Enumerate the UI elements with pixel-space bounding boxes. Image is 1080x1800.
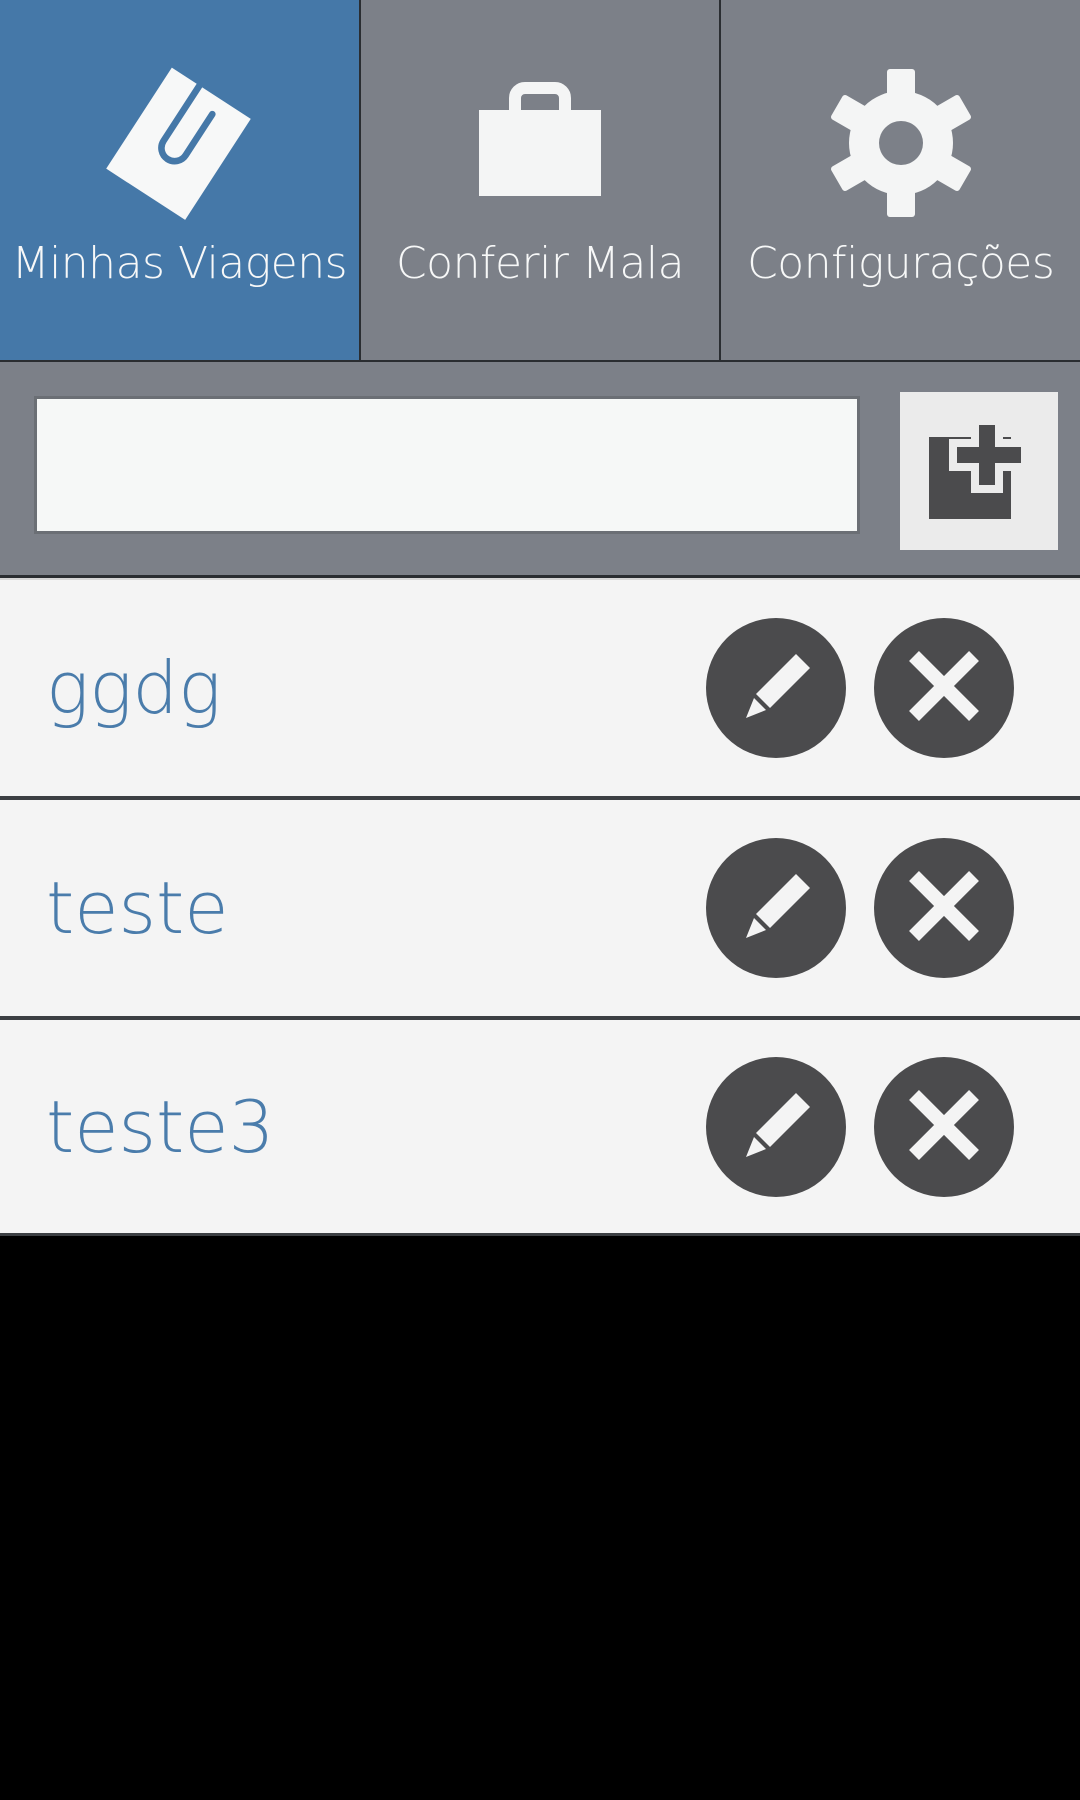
trip-name: teste xyxy=(46,866,229,950)
pencil-icon xyxy=(726,856,826,960)
pencil-icon xyxy=(726,636,826,740)
trip-name: ggdg xyxy=(46,646,222,730)
delete-button[interactable] xyxy=(874,838,1014,978)
paperclip-note-icon xyxy=(99,58,259,228)
top-tab-bar: Minhas Viagens Conferir Mala Configuraçõ… xyxy=(0,0,1080,360)
delete-button[interactable] xyxy=(874,1056,1014,1197)
add-trip-bar xyxy=(0,360,1080,578)
close-icon xyxy=(904,866,984,950)
suitcase-icon xyxy=(460,58,620,228)
add-document-icon xyxy=(927,417,1031,525)
delete-button[interactable] xyxy=(874,618,1014,758)
tab-minhas-viagens[interactable]: Minhas Viagens xyxy=(0,0,361,360)
edit-button[interactable] xyxy=(706,838,846,978)
list-item[interactable]: teste xyxy=(0,796,1080,1016)
tab-label: Minhas Viagens xyxy=(11,238,348,289)
trip-list: ggdg teste teste3 xyxy=(0,578,1080,1236)
close-icon xyxy=(904,646,984,730)
list-item[interactable]: ggdg xyxy=(0,578,1080,796)
close-icon xyxy=(904,1085,984,1169)
pencil-icon xyxy=(726,1075,826,1179)
tab-label: Configurações xyxy=(747,238,1055,289)
gear-icon xyxy=(821,58,981,228)
tab-label: Conferir Mala xyxy=(395,238,685,289)
edit-button[interactable] xyxy=(706,1056,846,1197)
tab-conferir-mala[interactable]: Conferir Mala xyxy=(361,0,722,360)
new-trip-input[interactable] xyxy=(34,396,860,534)
trip-name: teste3 xyxy=(46,1084,275,1169)
tab-configuracoes[interactable]: Configurações xyxy=(721,0,1080,360)
edit-button[interactable] xyxy=(706,618,846,758)
add-trip-button[interactable] xyxy=(900,392,1058,550)
list-item[interactable]: teste3 xyxy=(0,1016,1080,1236)
